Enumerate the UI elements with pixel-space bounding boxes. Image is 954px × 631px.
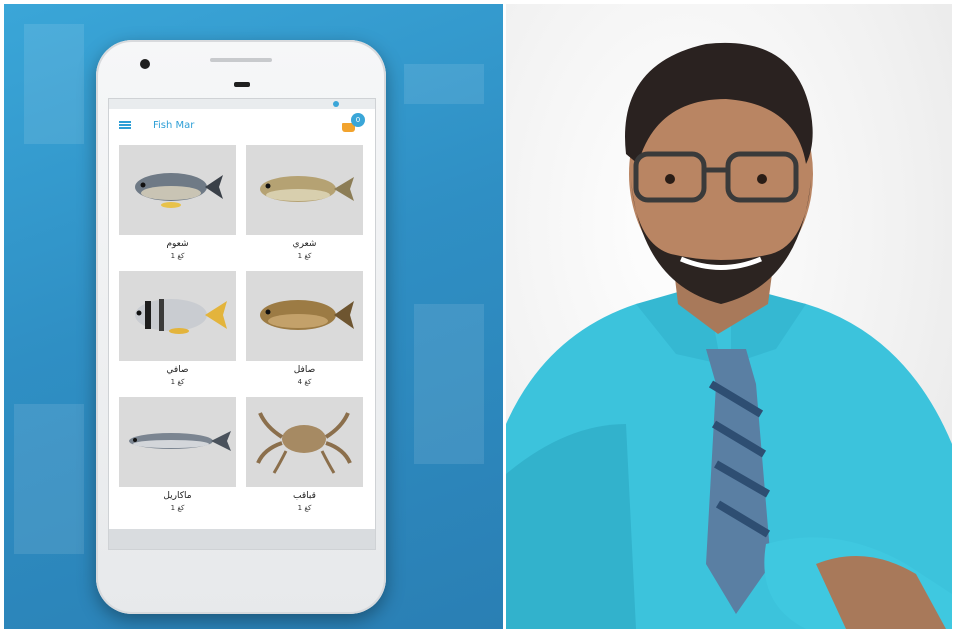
background-decoration xyxy=(404,64,484,104)
product-price: 4 كغ xyxy=(297,378,312,386)
front-camera xyxy=(140,59,150,69)
phone-mockup: Fish Mar 0 شعوم 1 كغ شعري 1 كغ صافي 1 كغ… xyxy=(96,40,386,614)
product-card[interactable]: قباقب 1 كغ xyxy=(246,397,363,523)
product-price: 1 كغ xyxy=(170,504,185,512)
status-indicator xyxy=(333,101,339,107)
product-name: قباقب xyxy=(293,491,316,501)
product-card[interactable]: صافي 1 كغ xyxy=(119,271,236,397)
phone-speaker xyxy=(210,58,272,62)
background-decoration xyxy=(24,24,84,144)
product-price: 1 كغ xyxy=(297,504,312,512)
background-decoration xyxy=(414,304,484,464)
product-price: 1 كغ xyxy=(170,252,185,260)
product-image xyxy=(246,145,363,235)
product-name: شعوم xyxy=(166,239,189,249)
product-card[interactable]: ماكاريل 1 كغ xyxy=(119,397,236,523)
product-name: ماكاريل xyxy=(163,491,192,501)
background-decoration xyxy=(14,404,84,554)
product-name: صافل xyxy=(293,365,316,375)
product-image xyxy=(246,397,363,487)
product-card[interactable]: شعري 1 كغ xyxy=(246,145,363,271)
product-name: شعري xyxy=(292,239,317,249)
navigation-bar xyxy=(109,529,375,549)
product-image xyxy=(119,397,236,487)
status-bar xyxy=(109,99,375,109)
menu-icon[interactable] xyxy=(119,121,131,129)
portrait-illustration xyxy=(506,42,952,629)
product-card[interactable]: صافل 4 كغ xyxy=(246,271,363,397)
app-title: Fish Mar xyxy=(153,119,195,131)
cart-badge: 0 xyxy=(351,113,365,127)
app-screen: Fish Mar 0 شعوم 1 كغ شعري 1 كغ صافي 1 كغ… xyxy=(108,98,376,550)
product-image xyxy=(246,271,363,361)
product-price: 1 كغ xyxy=(170,378,185,386)
portrait-photo xyxy=(506,4,952,629)
phone-sensor xyxy=(234,82,250,87)
product-name: صافي xyxy=(166,365,189,375)
app-bar: Fish Mar 0 xyxy=(109,109,375,141)
product-card[interactable]: شعوم 1 كغ xyxy=(119,145,236,271)
product-grid: شعوم 1 كغ شعري 1 كغ صافي 1 كغ صافل 4 كغ … xyxy=(109,141,375,523)
product-price: 1 كغ xyxy=(297,252,312,260)
product-image xyxy=(119,145,236,235)
app-promo-panel: Fish Mar 0 شعوم 1 كغ شعري 1 كغ صافي 1 كغ… xyxy=(4,4,503,629)
product-image xyxy=(119,271,236,361)
cart-icon[interactable]: 0 xyxy=(341,113,365,137)
